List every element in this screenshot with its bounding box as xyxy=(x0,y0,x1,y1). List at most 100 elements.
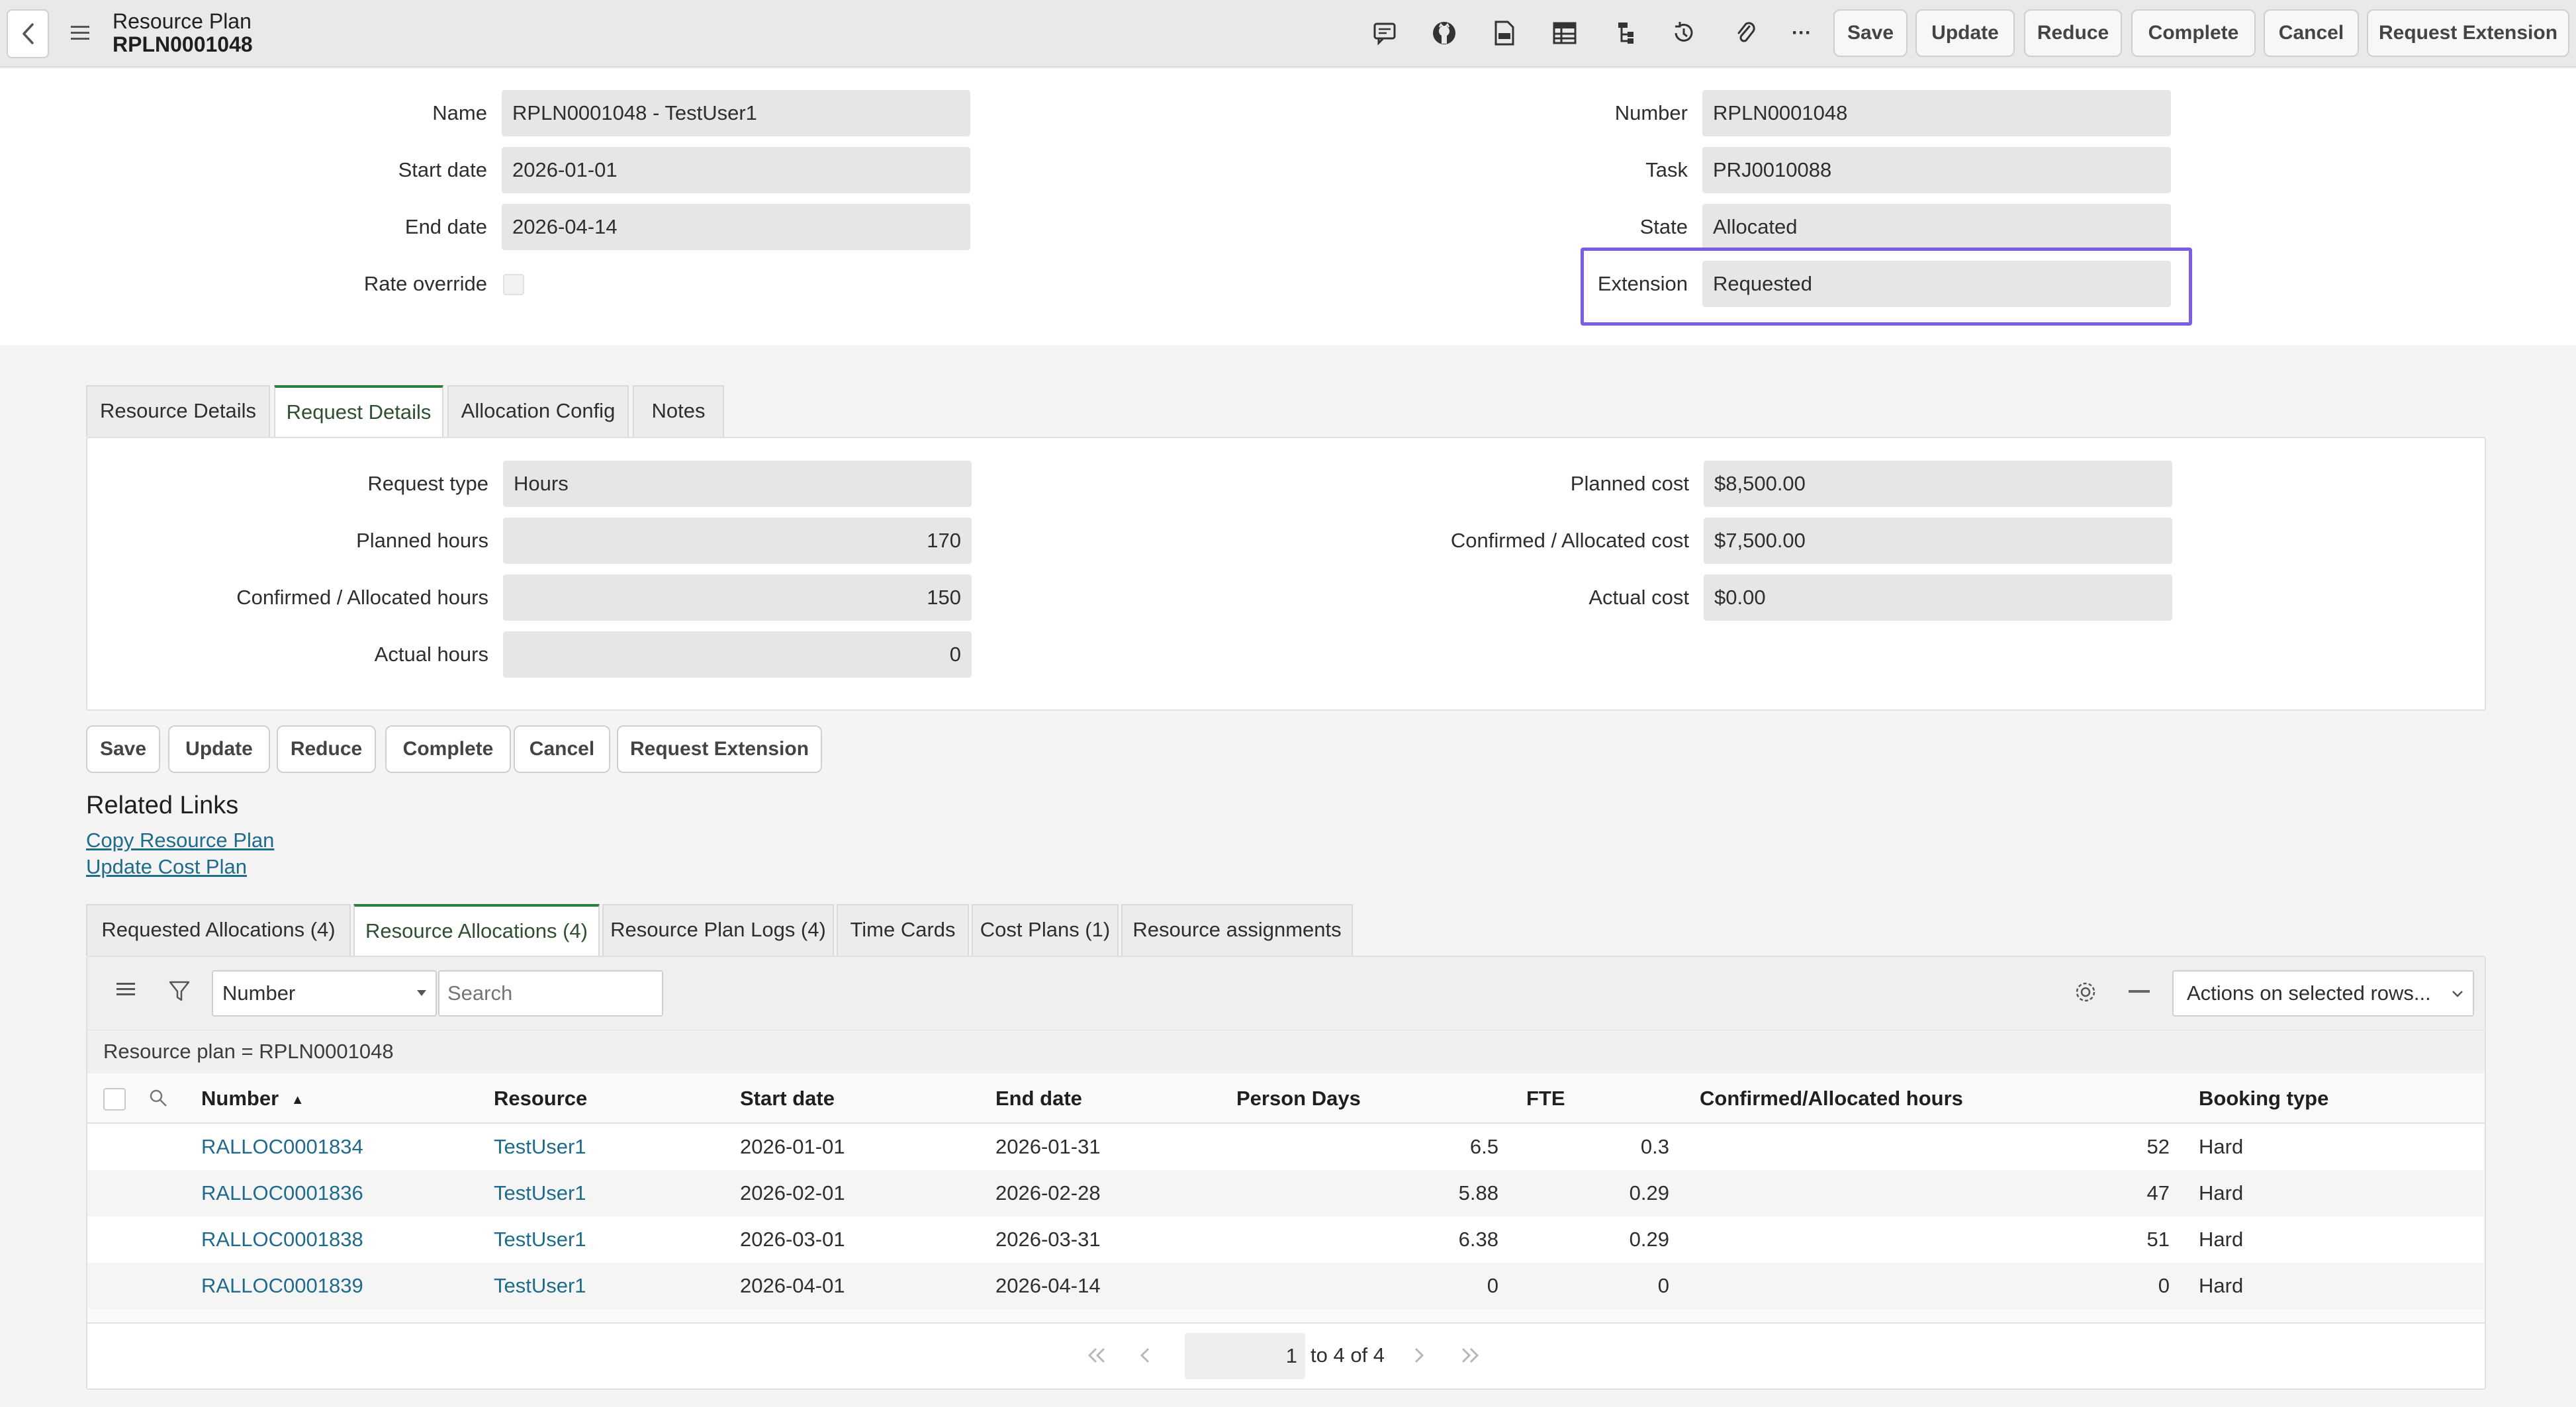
rate-override-label: Rate override xyxy=(363,272,487,295)
page-number-input[interactable]: 1 xyxy=(1185,1333,1305,1379)
start-date-cell: 2026-01-01 xyxy=(740,1135,845,1158)
last-page-icon[interactable] xyxy=(1460,1346,1480,1366)
collapse-icon[interactable] xyxy=(2129,990,2150,993)
actual-cost-field[interactable]: $0.00 xyxy=(1704,574,2172,621)
task-label: Task xyxy=(1645,158,1688,181)
actions-select[interactable]: Actions on selected rows... xyxy=(2172,970,2474,1017)
task-field[interactable]: PRJ0010088 xyxy=(1702,147,2171,193)
state-field[interactable]: Allocated xyxy=(1702,204,2171,250)
tab-requested-allocations[interactable]: Requested Allocations (4) xyxy=(86,904,351,956)
resource-link[interactable]: TestUser1 xyxy=(494,1180,586,1206)
reduce-button-bottom[interactable]: Reduce xyxy=(277,725,376,773)
update-cost-plan-link[interactable]: Update Cost Plan xyxy=(86,855,247,879)
column-header-fte[interactable]: FTE xyxy=(1526,1085,1565,1112)
column-header-number[interactable]: Number ▲ xyxy=(201,1085,304,1113)
request-type-field[interactable]: Hours xyxy=(503,461,972,507)
search-field-select[interactable]: Number xyxy=(212,970,437,1017)
allocated-hours-label: Confirmed / Allocated hours xyxy=(236,586,488,609)
hierarchy-icon[interactable] xyxy=(1608,16,1643,50)
related-list-tabs: Requested Allocations (4) Resource Alloc… xyxy=(86,904,1383,957)
save-button[interactable]: Save xyxy=(1833,9,1908,57)
tab-notes[interactable]: Notes xyxy=(633,385,724,437)
booking-type-cell: Hard xyxy=(2199,1181,2244,1204)
next-page-icon[interactable] xyxy=(1412,1346,1428,1366)
rate-override-checkbox[interactable] xyxy=(503,274,524,295)
list-menu-icon[interactable] xyxy=(116,981,139,1003)
select-all-checkbox[interactable] xyxy=(103,1088,126,1111)
complete-button-bottom[interactable]: Complete xyxy=(385,725,511,773)
name-field[interactable]: RPLN0001048 - TestUser1 xyxy=(502,90,970,136)
complete-button[interactable]: Complete xyxy=(2131,9,2256,57)
request-extension-button[interactable]: Request Extension xyxy=(2367,9,2569,57)
resource-link[interactable]: TestUser1 xyxy=(494,1226,586,1253)
allocation-number-link[interactable]: RALLOC0001834 xyxy=(201,1134,363,1160)
previous-page-icon[interactable] xyxy=(1138,1346,1154,1366)
column-header-start-date[interactable]: Start date xyxy=(740,1085,835,1112)
allocation-number-link[interactable]: RALLOC0001836 xyxy=(201,1180,363,1206)
end-date-field[interactable]: 2026-04-14 xyxy=(502,204,970,250)
tab-resource-assignments[interactable]: Resource assignments xyxy=(1121,904,1353,956)
tab-allocation-config[interactable]: Allocation Config xyxy=(447,385,629,437)
column-header-booking-type[interactable]: Booking type xyxy=(2199,1085,2328,1112)
more-icon[interactable]: ··· xyxy=(1784,16,1819,50)
tab-resource-details[interactable]: Resource Details xyxy=(86,385,270,437)
tab-time-cards[interactable]: Time Cards xyxy=(837,904,969,956)
tab-request-details[interactable]: Request Details xyxy=(274,385,443,437)
list-search-input[interactable] xyxy=(438,970,663,1017)
allocation-number-link[interactable]: RALLOC0001838 xyxy=(201,1226,363,1253)
update-button[interactable]: Update xyxy=(1915,9,2015,57)
allocation-number-link[interactable]: RALLOC0001839 xyxy=(201,1273,363,1299)
cancel-button-bottom[interactable]: Cancel xyxy=(514,725,610,773)
filter-icon[interactable] xyxy=(168,979,192,1003)
related-links-title: Related Links xyxy=(86,792,239,819)
column-header-allocated-hours[interactable]: Confirmed/Allocated hours xyxy=(1700,1085,1963,1112)
save-button-bottom[interactable]: Save xyxy=(86,725,160,773)
column-header-person-days[interactable]: Person Days xyxy=(1236,1085,1361,1112)
allocated-hours-field[interactable]: 150 xyxy=(503,574,972,621)
start-date-label: Start date xyxy=(398,158,487,181)
state-label: State xyxy=(1639,215,1688,238)
resource-link[interactable]: TestUser1 xyxy=(494,1134,586,1160)
request-extension-button-bottom[interactable]: Request Extension xyxy=(617,725,822,773)
allocated-hours-cell: 0 xyxy=(2158,1274,2170,1297)
history-icon[interactable] xyxy=(1667,16,1701,50)
menu-icon[interactable] xyxy=(69,20,91,46)
actual-hours-field[interactable]: 0 xyxy=(503,631,972,678)
document-icon[interactable] xyxy=(1487,16,1521,50)
record-type-title: Resource Plan xyxy=(113,9,252,33)
actions-select-label: Actions on selected rows... xyxy=(2187,981,2431,1005)
resource-allocations-list: Number Actions on selected rows... Resou… xyxy=(86,956,2486,1390)
allocated-cost-label: Confirmed / Allocated cost xyxy=(1450,529,1689,552)
planned-cost-label: Planned cost xyxy=(1570,472,1689,495)
reduce-button[interactable]: Reduce xyxy=(2024,9,2122,57)
cancel-button[interactable]: Cancel xyxy=(2264,9,2359,57)
resource-link[interactable]: TestUser1 xyxy=(494,1273,586,1299)
filter-breadcrumb[interactable]: Resource plan = RPLN0001048 xyxy=(103,1040,394,1064)
allocated-hours-cell: 47 xyxy=(2146,1181,2170,1204)
tab-resource-allocations[interactable]: Resource Allocations (4) xyxy=(353,904,600,956)
back-button[interactable] xyxy=(7,9,49,58)
planned-cost-field[interactable]: $8,500.00 xyxy=(1704,461,2172,507)
filter-breadcrumb-bar: Resource plan = RPLN0001048 xyxy=(87,1030,2485,1073)
first-page-icon[interactable] xyxy=(1087,1346,1107,1366)
column-header-resource[interactable]: Resource xyxy=(494,1085,587,1112)
tab-resource-plan-logs[interactable]: Resource Plan Logs (4) xyxy=(602,904,834,956)
comment-icon[interactable] xyxy=(1367,16,1402,50)
update-button-bottom[interactable]: Update xyxy=(168,725,270,773)
planned-hours-field[interactable]: 170 xyxy=(503,518,972,564)
booking-type-cell: Hard xyxy=(2199,1135,2244,1158)
copy-resource-plan-link[interactable]: Copy Resource Plan xyxy=(86,829,274,852)
start-date-field[interactable]: 2026-01-01 xyxy=(502,147,970,193)
fte-cell: 0.3 xyxy=(1640,1135,1669,1158)
allocated-cost-field[interactable]: $7,500.00 xyxy=(1704,518,2172,564)
column-header-end-date[interactable]: End date xyxy=(995,1085,1082,1112)
table-row: RALLOC0001836 TestUser1 2026-02-01 2026-… xyxy=(87,1170,2483,1216)
attachment-icon[interactable] xyxy=(1729,16,1763,50)
tab-cost-plans[interactable]: Cost Plans (1) xyxy=(972,904,1119,956)
number-field[interactable]: RPLN0001048 xyxy=(1702,90,2171,136)
table-icon[interactable] xyxy=(1547,16,1582,50)
list-settings-gear-icon[interactable] xyxy=(2073,979,2099,1006)
allocated-hours-cell: 51 xyxy=(2146,1228,2170,1251)
column-search-icon[interactable] xyxy=(148,1088,169,1109)
github-icon[interactable] xyxy=(1427,16,1461,50)
